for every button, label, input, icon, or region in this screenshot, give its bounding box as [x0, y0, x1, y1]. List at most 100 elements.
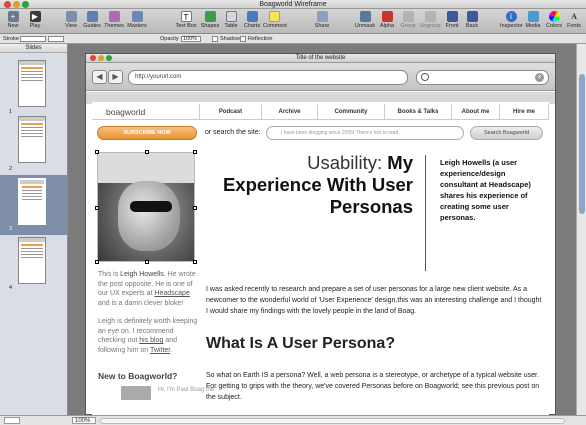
toolbar: + New ▶ Play View Guides Themes Masters TT…	[0, 9, 586, 34]
scrollbar-thumb[interactable]	[579, 74, 585, 214]
table-button[interactable]: Table	[220, 10, 242, 33]
guides-icon	[86, 11, 98, 22]
nav-podcast: Podcast	[199, 104, 261, 120]
article-headline: Usability: My Experience With User Perso…	[206, 152, 413, 218]
slide-number: 3	[9, 226, 13, 232]
section-heading: What Is A User Persona?	[206, 335, 396, 352]
bio-text: This is	[98, 271, 121, 278]
fonts-label: Fonts	[567, 23, 581, 29]
close-icon[interactable]	[4, 1, 11, 8]
slide-thumbnail[interactable]	[18, 116, 46, 163]
view-options-button[interactable]	[4, 417, 20, 424]
reflection-checkbox[interactable]	[240, 36, 246, 42]
view-button[interactable]: View	[60, 10, 82, 33]
website-page: boagworld Podcast Archive Community Book…	[92, 102, 549, 415]
opacity-label: Opacity	[160, 36, 179, 42]
front-label: Front	[445, 23, 459, 29]
share-icon	[316, 11, 328, 22]
shapes-button[interactable]: Shapes	[199, 10, 221, 33]
resize-handle[interactable]	[145, 260, 149, 264]
guides-button[interactable]: Guides	[81, 10, 103, 33]
url-field: http://yoururl.com	[128, 70, 408, 85]
masters-button[interactable]: Masters	[126, 10, 148, 33]
stroke-width-select[interactable]	[48, 36, 64, 42]
media-label: Media	[525, 23, 541, 29]
format-bar: Stroke Opacity 100% Shadow Reflection	[0, 34, 586, 44]
vertical-scrollbar[interactable]	[576, 44, 586, 415]
opacity-field[interactable]: 100%	[181, 36, 201, 42]
slide-canvas[interactable]: Title of the website ◀ ▶ http://yoururl.…	[68, 44, 576, 415]
unmask-button[interactable]: Unmask	[354, 10, 376, 33]
stroke-style-select[interactable]	[20, 36, 46, 42]
inspector-label: Inspector	[500, 23, 523, 29]
browser-search-field: ×	[416, 70, 549, 85]
nav-archive: Archive	[261, 104, 317, 120]
nav-hire-me: Hire me	[499, 104, 549, 120]
back-button[interactable]: Back	[461, 10, 483, 33]
share-button[interactable]: Share	[311, 10, 333, 33]
slide-thumbnail[interactable]	[18, 60, 46, 107]
view-icon	[65, 11, 77, 22]
shadow-label: Shadow	[220, 36, 240, 42]
twitter-link: Twitter	[150, 346, 171, 354]
slide-thumbnail[interactable]	[18, 237, 46, 284]
new-button[interactable]: + New	[2, 10, 24, 33]
charts-button[interactable]: Charts	[241, 10, 263, 33]
text-box-icon: T	[180, 11, 192, 22]
zoom-icon[interactable]	[22, 1, 29, 8]
fonts-button[interactable]: A Fonts	[563, 10, 585, 33]
resize-handle[interactable]	[193, 260, 197, 264]
send-back-icon	[466, 11, 478, 22]
author-photo[interactable]	[95, 150, 197, 264]
fonts-icon: A	[571, 12, 577, 21]
resize-handle[interactable]	[193, 150, 197, 154]
horizontal-scrollbar[interactable]	[100, 418, 565, 424]
media-button[interactable]: Media	[522, 10, 544, 33]
browser-minimize-icon	[98, 55, 104, 61]
sunglasses	[130, 201, 172, 212]
ungroup-button[interactable]: Ungroup	[419, 10, 441, 33]
nav-community: Community	[317, 104, 384, 120]
resize-handle[interactable]	[95, 260, 99, 264]
resize-handle[interactable]	[95, 206, 99, 210]
zoom-select[interactable]: 100%	[72, 417, 96, 424]
play-button[interactable]: ▶ Play	[24, 10, 46, 33]
slide-thumbnail-selected[interactable]	[18, 178, 46, 225]
slides-sidebar: Slides 1 2 3 4	[0, 44, 68, 415]
themes-label: Themes	[104, 23, 124, 29]
alpha-button[interactable]: Alpha	[376, 10, 398, 33]
nav-about-me: About me	[451, 104, 499, 120]
author-bio: This is Leigh Howells. He wrote the post…	[98, 270, 198, 355]
minimize-icon[interactable]	[13, 1, 20, 8]
nav-books-talks: Books & Talks	[384, 104, 451, 120]
resize-handle[interactable]	[95, 150, 99, 154]
browser-title: Title of the website	[295, 55, 346, 61]
plus-icon: +	[7, 11, 19, 22]
resize-handle[interactable]	[193, 206, 197, 210]
group-button[interactable]: Group	[397, 10, 419, 33]
search-boagworld-button: Search Boagworld	[470, 126, 543, 140]
colors-button[interactable]: Colors	[543, 10, 565, 33]
group-label: Group	[400, 23, 416, 29]
status-bar: 100%	[0, 415, 586, 425]
resize-handle[interactable]	[145, 150, 149, 154]
headline-light: Usability:	[307, 152, 388, 173]
themes-button[interactable]: Themes	[103, 10, 125, 33]
shadow-checkbox[interactable]	[212, 36, 218, 42]
browser-zoom-icon	[106, 55, 112, 61]
themes-icon	[108, 11, 120, 22]
charts-icon	[246, 11, 258, 22]
text-box-label: Text Box	[175, 23, 197, 29]
table-label: Table	[224, 23, 238, 29]
front-button[interactable]: Front	[441, 10, 463, 33]
text-box-button[interactable]: T Text Box	[175, 10, 197, 33]
clear-icon: ×	[535, 73, 544, 82]
guides-label: Guides	[83, 23, 101, 29]
inspector-button[interactable]: i Inspector	[500, 10, 523, 33]
headline-divider	[425, 155, 426, 271]
bio-text: and is a damn clever bloke!	[98, 299, 184, 307]
comment-button[interactable]: Comment	[263, 10, 287, 33]
shapes-label: Shapes	[200, 23, 220, 29]
view-label: View	[65, 23, 77, 29]
browser-window-mockup: Title of the website ◀ ▶ http://yoururl.…	[85, 53, 556, 415]
